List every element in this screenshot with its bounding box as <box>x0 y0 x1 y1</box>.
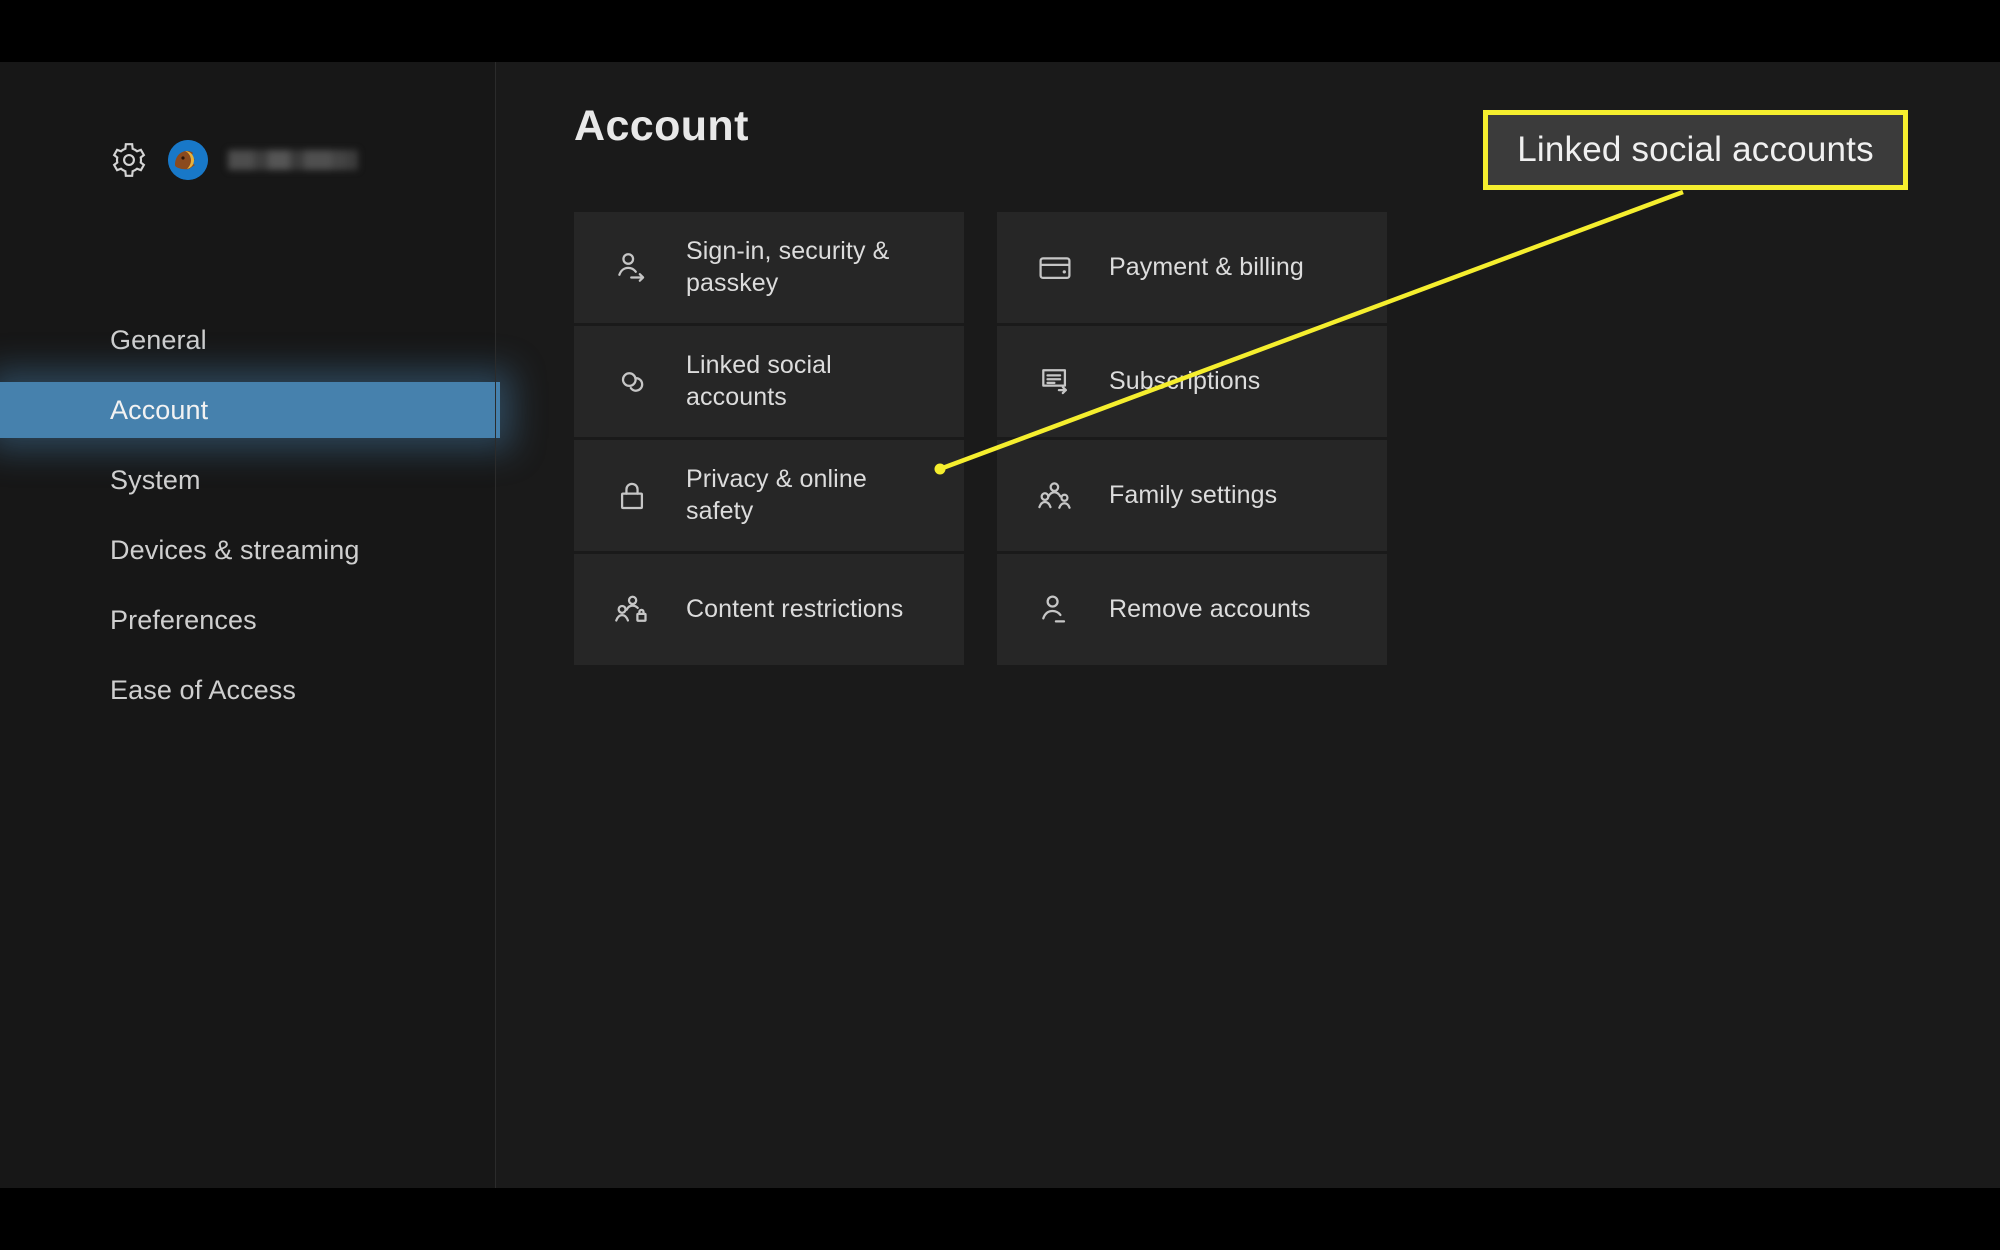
tile-label: Payment & billing <box>1109 252 1304 281</box>
tile-content-restrictions[interactable]: Content restrictions <box>574 554 964 665</box>
xbox-settings-app: General Account System Devices & streami… <box>0 62 2000 1188</box>
sidebar-item-account[interactable]: Account <box>0 382 500 438</box>
tile-subscriptions[interactable]: Subscriptions <box>997 326 1387 437</box>
tile-label: Privacy & online safety <box>686 464 867 525</box>
people-lock-icon <box>614 592 650 628</box>
tile-label: Sign-in, security & passkey <box>686 236 890 297</box>
tile-label: Family settings <box>1109 480 1278 509</box>
letterbox-top-bar <box>0 0 2000 62</box>
sidebar-item-label: Ease of Access <box>110 674 296 705</box>
sidebar-item-label: Devices & streaming <box>110 534 360 565</box>
sidebar-item-label: Preferences <box>110 604 257 635</box>
credit-card-icon <box>1037 250 1073 286</box>
tile-label: Remove accounts <box>1109 594 1311 623</box>
chain-link-icon <box>614 364 650 400</box>
tile-remove-accounts[interactable]: Remove accounts <box>997 554 1387 665</box>
lock-icon <box>614 478 650 514</box>
tile-payment-billing[interactable]: Payment & billing <box>997 212 1387 323</box>
page-title: Account <box>574 102 749 150</box>
sidebar-item-ease-of-access[interactable]: Ease of Access <box>0 662 496 718</box>
tile-privacy-online-safety[interactable]: Privacy & online safety <box>574 440 964 551</box>
tile-label: Subscriptions <box>1109 366 1261 395</box>
sidebar-item-system[interactable]: System <box>0 452 496 508</box>
document-arrow-icon <box>1037 364 1073 400</box>
account-tile-grid: Sign-in, security & passkey Payment & bi… <box>574 212 1838 665</box>
main-content: Account Sign-in, security & passkey Paym… <box>496 62 2000 1188</box>
tile-label: Content restrictions <box>686 594 904 623</box>
sidebar-item-label: Account <box>110 394 209 425</box>
tile-linked-social-accounts[interactable]: Linked social accounts <box>574 326 964 437</box>
sidebar-item-preferences[interactable]: Preferences <box>0 592 496 648</box>
tile-label: Linked social accounts <box>686 350 832 411</box>
profile-header <box>110 140 358 180</box>
gear-icon[interactable] <box>110 141 148 179</box>
people-family-icon <box>1037 478 1073 514</box>
annotation-callout-box: Linked social accounts <box>1483 110 1908 190</box>
gamertag-redacted <box>228 150 358 170</box>
sidebar-item-label: General <box>110 324 207 355</box>
annotation-callout-label: Linked social accounts <box>1517 130 1874 169</box>
avatar[interactable] <box>168 140 208 180</box>
tile-sign-in-security-passkey[interactable]: Sign-in, security & passkey <box>574 212 964 323</box>
sidebar-nav: General Account System Devices & streami… <box>0 312 500 732</box>
sidebar-item-general[interactable]: General <box>0 312 496 368</box>
tile-family-settings[interactable]: Family settings <box>997 440 1387 551</box>
letterbox-bottom-bar <box>0 1188 2000 1250</box>
sidebar: General Account System Devices & streami… <box>0 62 500 1188</box>
sidebar-item-devices-streaming[interactable]: Devices & streaming <box>0 522 496 578</box>
person-minus-icon <box>1037 592 1073 628</box>
screen-root: General Account System Devices & streami… <box>0 0 2000 1250</box>
sidebar-item-label: System <box>110 464 201 495</box>
person-arrow-icon <box>614 250 650 286</box>
